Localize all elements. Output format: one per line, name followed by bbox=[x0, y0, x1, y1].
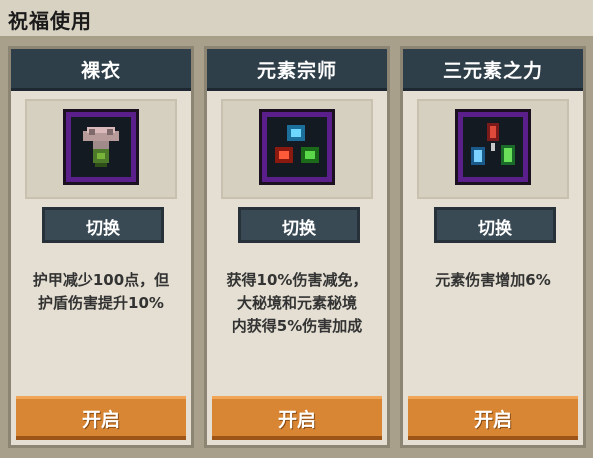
switch-button[interactable]: 切换 bbox=[42, 207, 164, 243]
icon-box bbox=[417, 99, 569, 199]
icon-background bbox=[71, 117, 131, 177]
open-button[interactable]: 开启 bbox=[408, 396, 578, 440]
element-master-icon-art bbox=[275, 125, 319, 163]
title-bar: 祝福使用 bbox=[0, 0, 593, 38]
robe-icon bbox=[63, 109, 139, 185]
card-header: 三元素之力 bbox=[403, 49, 583, 91]
switch-label: 切换 bbox=[282, 219, 316, 239]
blessing-window: 祝福使用 裸衣 切换 护甲减少100点，但 护盾伤害提升10% 开启 元素宗师 … bbox=[0, 0, 593, 458]
blessing-card-three-elements: 三元素之力 切换 元素伤害增加6% 开启 bbox=[400, 46, 586, 448]
switch-button[interactable]: 切换 bbox=[434, 207, 556, 243]
three-elements-icon-art bbox=[471, 123, 515, 165]
card-title: 裸衣 bbox=[80, 60, 121, 82]
three-elements-icon bbox=[455, 109, 531, 185]
open-button[interactable]: 开启 bbox=[212, 396, 382, 440]
card-description: 护甲减少100点，但 护盾伤害提升10% bbox=[32, 271, 170, 312]
blessing-card-element-master: 元素宗师 切换 获得10%伤害减免， 大秘境和元素秘境 内获得5%伤害加成 开启 bbox=[204, 46, 390, 448]
icon-background bbox=[267, 117, 327, 177]
switch-button[interactable]: 切换 bbox=[238, 207, 360, 243]
cards-area: 裸衣 切换 护甲减少100点，但 护盾伤害提升10% 开启 元素宗师 切换 获得… bbox=[0, 38, 593, 458]
card-header: 元素宗师 bbox=[207, 49, 387, 91]
switch-label: 切换 bbox=[86, 219, 120, 239]
window-title: 祝福使用 bbox=[8, 9, 92, 33]
open-button[interactable]: 开启 bbox=[16, 396, 186, 440]
card-description: 获得10%伤害减免， 大秘境和元素秘境 内获得5%伤害加成 bbox=[226, 271, 368, 335]
open-label: 开启 bbox=[277, 409, 316, 431]
card-description: 元素伤害增加6% bbox=[435, 271, 551, 289]
card-header: 裸衣 bbox=[11, 49, 191, 91]
card-title: 三元素之力 bbox=[442, 60, 543, 82]
blessing-card-robe: 裸衣 切换 护甲减少100点，但 护盾伤害提升10% 开启 bbox=[8, 46, 194, 448]
icon-box bbox=[25, 99, 177, 199]
element-master-icon bbox=[259, 109, 335, 185]
open-label: 开启 bbox=[473, 409, 512, 431]
switch-label: 切换 bbox=[478, 219, 512, 239]
open-label: 开启 bbox=[81, 409, 120, 431]
icon-background bbox=[463, 117, 523, 177]
card-title: 元素宗师 bbox=[256, 60, 337, 82]
robe-icon-art bbox=[83, 127, 119, 167]
icon-box bbox=[221, 99, 373, 199]
